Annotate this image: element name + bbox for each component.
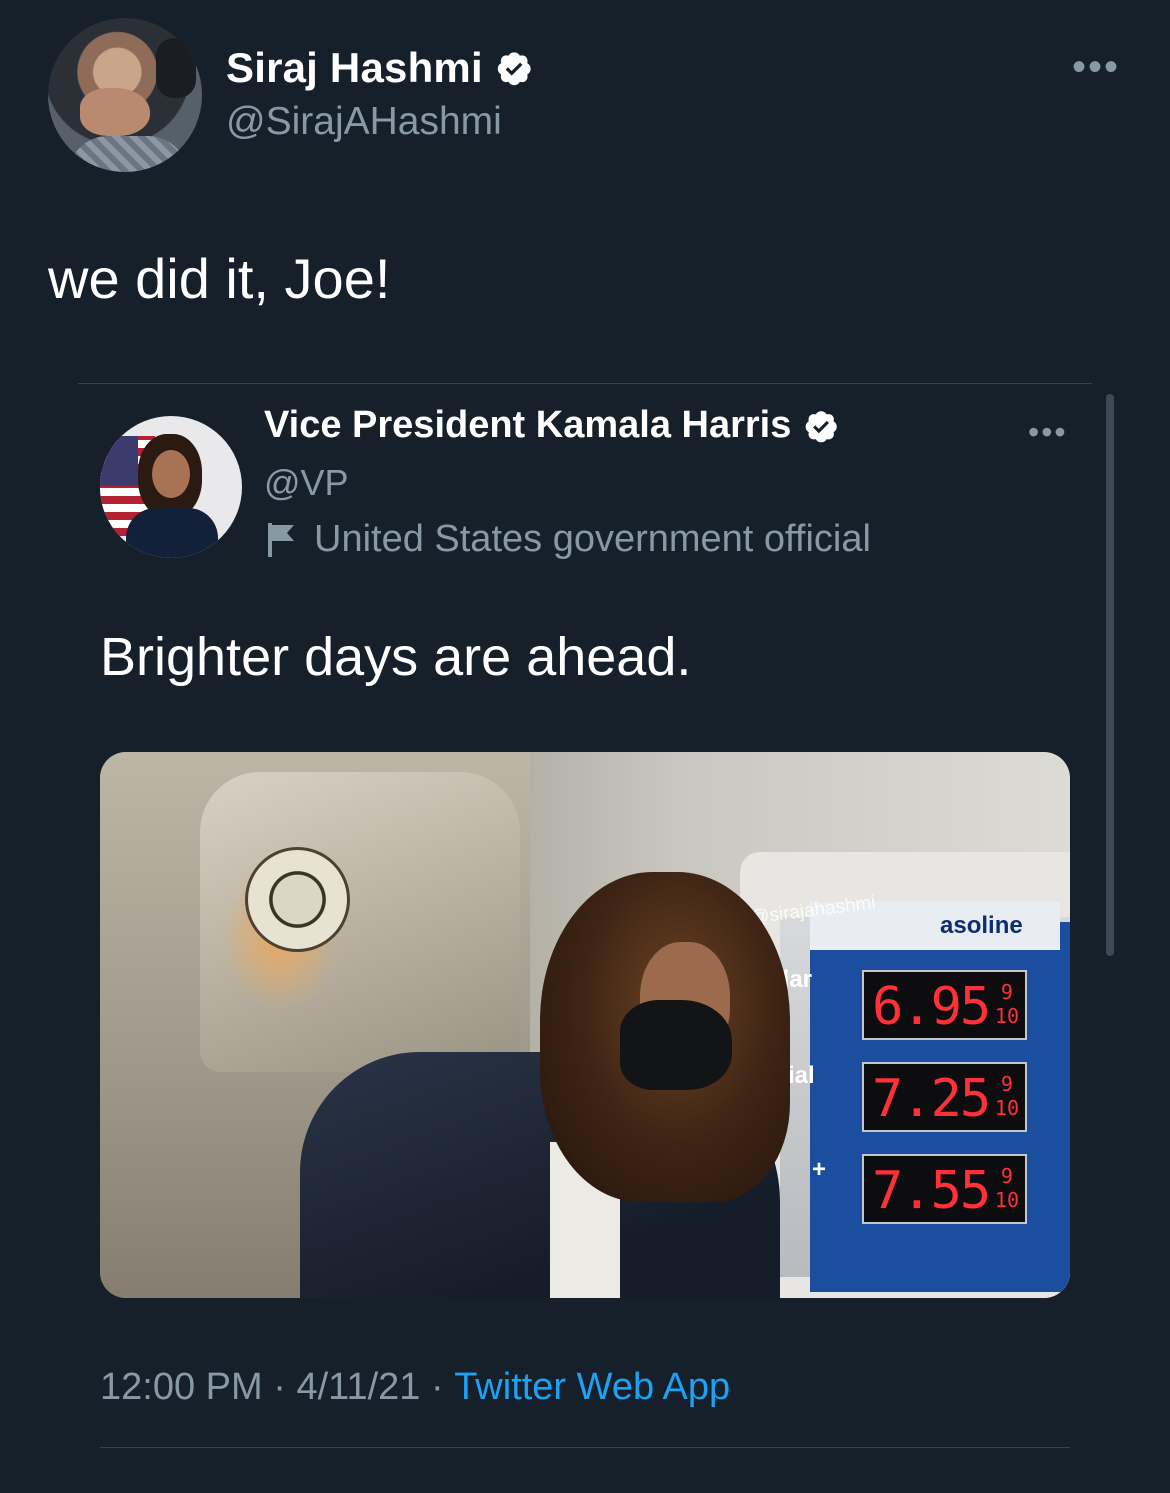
gas-price-2: 7.25: [872, 1069, 991, 1129]
quoted-author-name-row[interactable]: Vice President Kamala Harris: [264, 404, 839, 447]
meta-separator: ·: [262, 1366, 297, 1408]
more-dots-icon[interactable]: •••: [1028, 416, 1068, 448]
meta-separator: ·: [420, 1366, 455, 1408]
tweet-time[interactable]: 12:00 PM: [100, 1366, 263, 1409]
gas-price-panel: 7.55 9 10: [862, 1154, 1027, 1224]
government-label-text[interactable]: United States government official: [314, 518, 871, 561]
quoted-author-avatar[interactable]: [100, 416, 242, 558]
gas-price-1: 6.95: [872, 977, 991, 1037]
quoted-tweet-text: Brighter days are ahead.: [100, 627, 692, 687]
flag-icon: [268, 522, 294, 557]
author-handle[interactable]: @SirajAHashmi: [226, 100, 502, 144]
tweet-photo[interactable]: asoline @sirajahashmi ular ial + 6.95 91…: [100, 752, 1070, 1298]
author-name[interactable]: Siraj Hashmi: [226, 44, 483, 92]
tweet-page: Siraj Hashmi @SirajAHashmi ••• we did it…: [0, 0, 1170, 1493]
gas-price-panel: 7.25 9 10: [862, 1062, 1027, 1132]
gas-grade-2: ial: [788, 1062, 815, 1089]
more-dots-icon[interactable]: •••: [1072, 47, 1120, 87]
scrollbar[interactable]: [1106, 394, 1114, 956]
vice-president-seal: [245, 847, 350, 952]
verified-badge-icon: [806, 410, 838, 442]
gas-price-panel: 6.95 9 10: [862, 970, 1027, 1040]
tweet-date[interactable]: 4/11/21: [296, 1366, 420, 1409]
author-avatar[interactable]: [48, 18, 202, 172]
tweet-text: we did it, Joe!: [48, 247, 391, 310]
price-fraction: 9 10: [994, 980, 1019, 1028]
face-mask: [620, 1000, 732, 1090]
quoted-author-name[interactable]: Vice President Kamala Harris: [264, 404, 791, 447]
price-fraction: 9 10: [994, 1164, 1019, 1212]
tweet-metadata: 12:00 PM · 4/11/21 · Twitter Web App: [100, 1366, 730, 1409]
gas-price-3: 7.55: [872, 1161, 991, 1221]
gas-grade-3: +: [812, 1156, 827, 1183]
quoted-author-handle[interactable]: @VP: [264, 462, 349, 504]
divider: [78, 383, 1092, 384]
tweet-source-link[interactable]: Twitter Web App: [454, 1366, 730, 1409]
gas-sign-header-text: asoline: [940, 912, 1023, 939]
divider: [100, 1447, 1070, 1448]
author-name-row[interactable]: Siraj Hashmi: [226, 44, 533, 92]
verified-badge-icon: [497, 52, 531, 86]
price-fraction: 9 10: [994, 1072, 1019, 1120]
government-label[interactable]: United States government official: [268, 518, 871, 561]
